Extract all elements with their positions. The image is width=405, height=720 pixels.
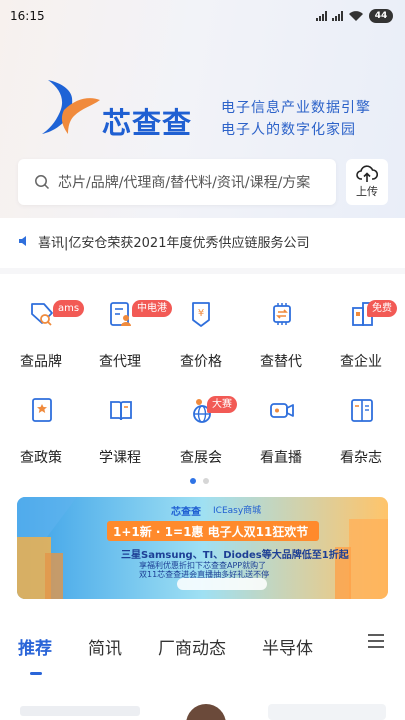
quick-action-label: 查替代	[260, 354, 302, 370]
quick-action-price[interactable]: ¥ 查价格	[161, 294, 241, 374]
svg-text:¥: ¥	[198, 308, 204, 319]
search-input[interactable]: 芯片/品牌/代理商/替代料/资讯/课程/方案	[18, 159, 336, 205]
tab-recommend[interactable]: 推荐	[18, 634, 52, 659]
page-dot-active	[190, 478, 196, 484]
quick-action-label: 查展会	[180, 450, 222, 466]
article-thumbnail	[268, 704, 386, 720]
tab-brief[interactable]: 简讯	[88, 634, 122, 659]
search-icon	[35, 175, 50, 190]
quick-action-label: 查代理	[99, 354, 141, 370]
article-title-placeholder	[20, 706, 140, 716]
slogan-line-1: 电子信息产业数据引擎	[221, 100, 371, 116]
quick-action-label: 查价格	[180, 354, 222, 370]
brand-search-icon	[31, 303, 53, 326]
quick-action-label: 查企业	[340, 354, 382, 370]
signal-icon-2	[332, 11, 343, 21]
banner-subline: 三星Samsung、TI、Diodes等大品牌低至1折起	[121, 550, 349, 561]
wifi-icon	[349, 11, 363, 21]
logo-mark-icon	[42, 80, 100, 134]
quick-action-course[interactable]: 学课程	[80, 390, 160, 470]
status-time: 16:15	[10, 9, 45, 23]
badge-competition: 大赛	[207, 396, 237, 413]
upload-button[interactable]: 上传	[346, 159, 388, 205]
active-tab-indicator	[30, 672, 42, 675]
section-divider	[0, 268, 405, 274]
quick-action-label: 学课程	[99, 450, 141, 466]
quick-action-brand[interactable]: ams 查品牌	[1, 294, 85, 374]
signal-icon	[316, 11, 327, 21]
upload-label: 上传	[356, 185, 378, 198]
quick-action-agent[interactable]: 中电港 查代理	[80, 294, 172, 374]
search-placeholder: 芯片/品牌/代理商/替代料/资讯/课程/方案	[58, 175, 311, 191]
badge-free: 免费	[367, 300, 397, 317]
quick-action-magazine[interactable]: 看杂志	[321, 390, 401, 470]
battery-icon: 44	[369, 9, 393, 23]
news-text: 喜讯|亿安仓荣获2021年度优秀供应链服务公司	[38, 235, 310, 251]
brand-slogan: 电子信息产业数据引擎 电子人的数字化家园	[221, 97, 371, 141]
quick-action-company[interactable]: 免费 查企业	[321, 294, 401, 374]
speaker-icon	[19, 236, 26, 246]
course-book-icon	[110, 401, 132, 421]
chip-replace-icon	[273, 303, 291, 325]
banner-headline: 1+1新 · 1=1惠 电子人双11狂欢节	[113, 525, 309, 539]
quick-action-label: 查政策	[20, 450, 62, 466]
category-tabs: 推荐 简讯 厂商动态 半导体	[0, 624, 405, 675]
slogan-line-2: 电子人的数字化家园	[221, 122, 356, 138]
news-ticker[interactable]: 喜讯|亿安仓荣获2021年度优秀供应链服务公司	[18, 231, 309, 251]
quick-action-expo[interactable]: 大赛 查展会	[161, 390, 241, 470]
policy-book-icon	[32, 398, 52, 422]
carousel-page-dots	[190, 478, 209, 484]
article-list-peek	[0, 692, 405, 720]
promo-banner[interactable]: 芯查查 ICEasy商城 1+1新 · 1=1惠 电子人双11狂欢节 三星Sam…	[17, 497, 388, 599]
quick-action-replace[interactable]: 查替代	[241, 294, 321, 374]
page-dot	[203, 478, 209, 484]
magazine-icon	[351, 399, 373, 422]
quick-action-live[interactable]: 看直播	[241, 390, 321, 470]
live-camera-icon	[270, 403, 294, 418]
banner-partner-text: ICEasy商城	[213, 506, 262, 516]
quick-action-label: 看直播	[260, 450, 302, 466]
quick-action-label: 看杂志	[340, 450, 382, 466]
agent-icon	[110, 302, 131, 326]
status-bar: 16:15 44	[0, 0, 405, 32]
quick-action-policy[interactable]: 查政策	[1, 390, 81, 470]
banner-logo-text: 芯查查	[171, 507, 201, 518]
menu-icon[interactable]	[367, 633, 385, 649]
cloud-upload-icon	[356, 165, 378, 182]
tab-semiconductor[interactable]: 半导体	[262, 634, 313, 659]
price-tag-icon: ¥	[192, 302, 210, 327]
banner-promo-line-2: 双11芯查查进会直播抽多好礼送不停	[139, 570, 270, 579]
quick-action-label: 查品牌	[20, 354, 62, 370]
brand-logo: 芯查查	[40, 76, 200, 140]
brand-name: 芯查查	[102, 106, 193, 140]
tab-vendor-news[interactable]: 厂商动态	[158, 634, 226, 659]
author-avatar	[186, 704, 226, 720]
